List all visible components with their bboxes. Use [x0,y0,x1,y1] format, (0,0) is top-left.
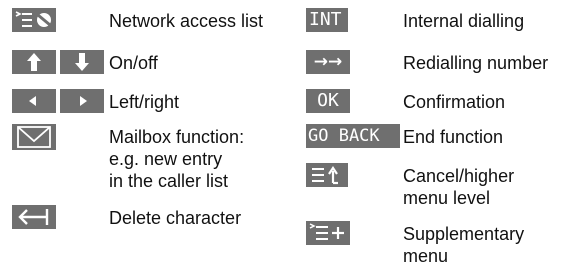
delete-character-icon [12,205,56,229]
left-arrow-key-icon [12,89,56,113]
right-arrow-key-icon [60,89,104,113]
delete-character-label: Delete character [109,208,242,228]
supplementary-menu-label-line-2: menu [403,246,449,266]
supplementary-menu-label-line-1: Supplementary [403,224,525,244]
cancel-menu-label-line-2: menu level [403,188,491,208]
mailbox-label-line-3: in the caller list [109,171,229,191]
mailbox-label-line-1: Mailbox function: [109,127,245,147]
confirmation-label: Confirmation [403,92,506,112]
internal-dialling-label: Internal dialling [403,11,525,31]
redial-key-text: →→ [313,52,343,72]
network-access-list-label: Network access list [109,11,264,31]
cancel-menu-label-line-1: Cancel/higher [403,166,515,186]
mailbox-envelope-icon [12,124,56,150]
redial-arrows-icon: →→ [306,50,350,74]
cancel-menu-icon [306,163,348,187]
mailbox-label-line-2: e.g. new entry [109,149,223,169]
supplementary-menu-icon [306,221,350,245]
go-back-key: GO BACK [306,124,400,148]
redialling-number-label: Redialling number [403,53,549,73]
int-key: INT [306,8,348,32]
ok-key: OK [306,89,350,113]
up-arrow-key-icon [12,50,56,74]
down-arrow-key-icon [60,50,104,74]
on-off-label: On/off [109,53,158,73]
left-right-label: Left/right [109,92,180,112]
network-access-list-icon [12,8,56,32]
end-function-label: End function [403,127,504,147]
